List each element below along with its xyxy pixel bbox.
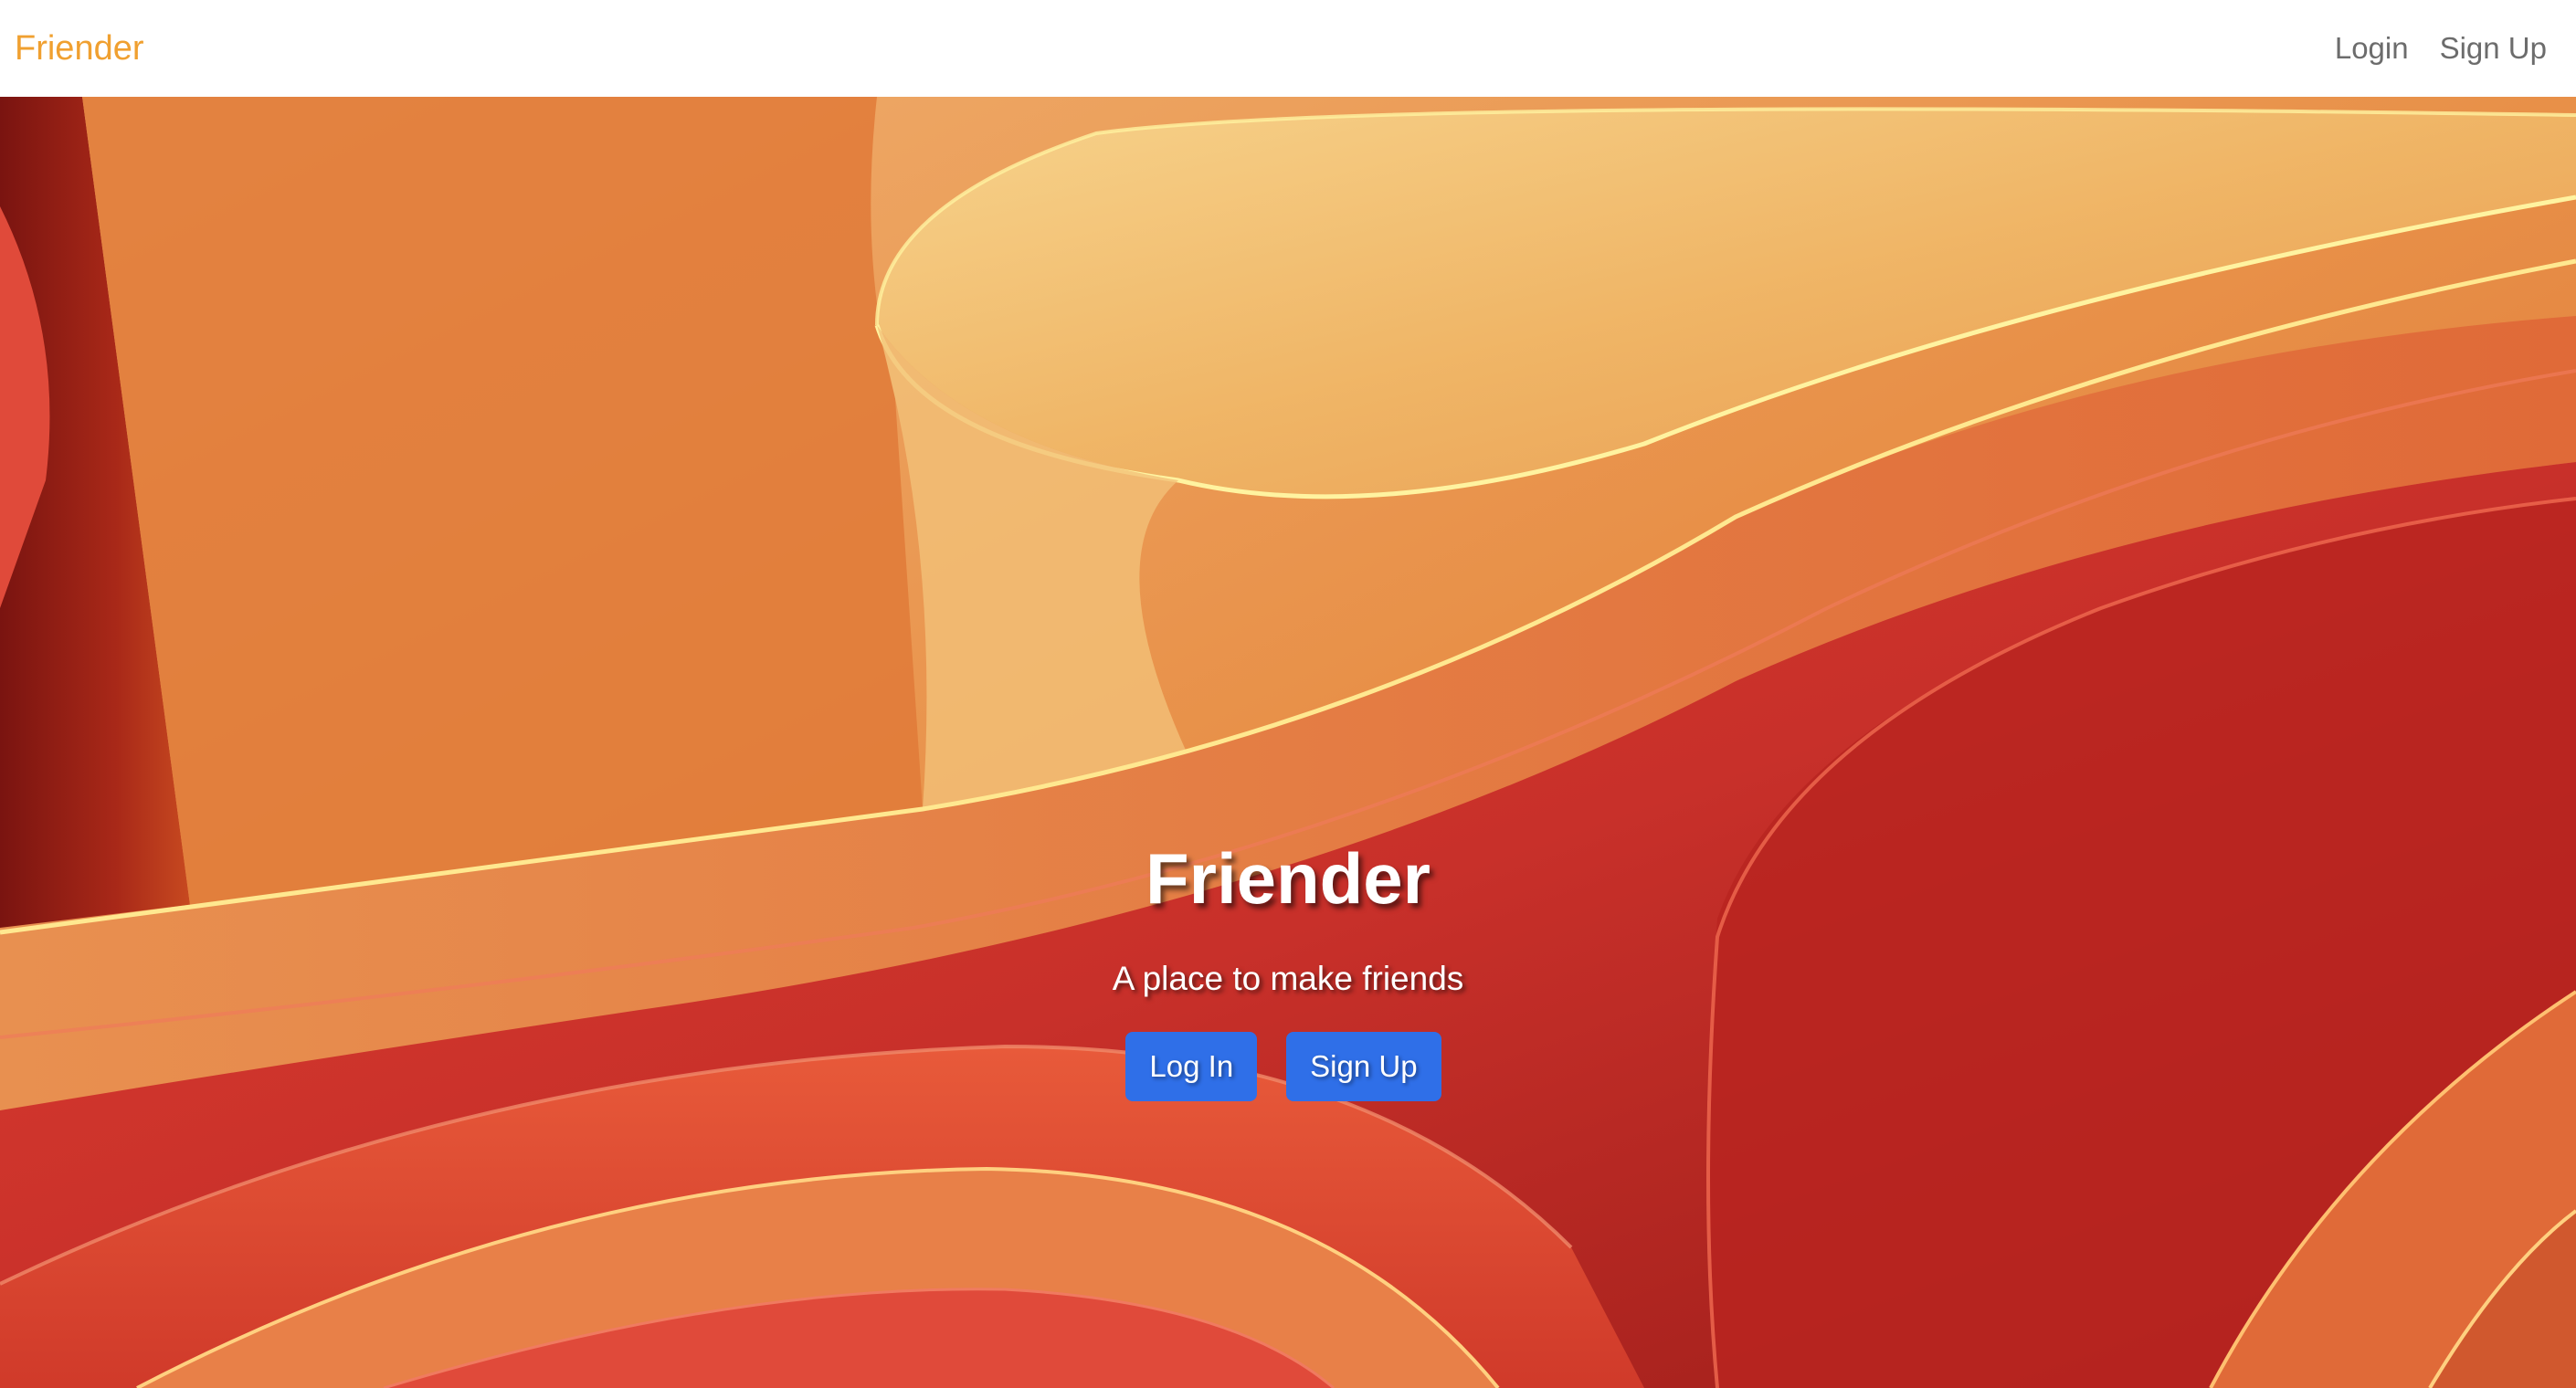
hero-buttons: Log In Sign Up — [0, 1031, 2576, 1101]
nav-signup-link[interactable]: Sign Up — [2440, 31, 2547, 66]
landing-page: Friender Login Sign Up Friender A place … — [0, 0, 2576, 1388]
hero-title: Friender — [1145, 838, 1431, 919]
hero-background-image — [0, 97, 2576, 1388]
top-navbar: Friender Login Sign Up — [0, 0, 2576, 97]
nav-login-link[interactable]: Login — [2335, 31, 2409, 66]
brand-link[interactable]: Friender — [15, 31, 144, 66]
hero-subtitle: A place to make friends — [1112, 959, 1464, 997]
hero-section: Friender A place to make friends Log In … — [0, 97, 2576, 1388]
signup-button[interactable]: Sign Up — [1286, 1031, 1441, 1101]
login-button[interactable]: Log In — [1125, 1031, 1258, 1101]
nav-links: Login Sign Up — [2335, 31, 2547, 66]
hero-content: Friender A place to make friends Log In … — [0, 836, 2576, 1101]
